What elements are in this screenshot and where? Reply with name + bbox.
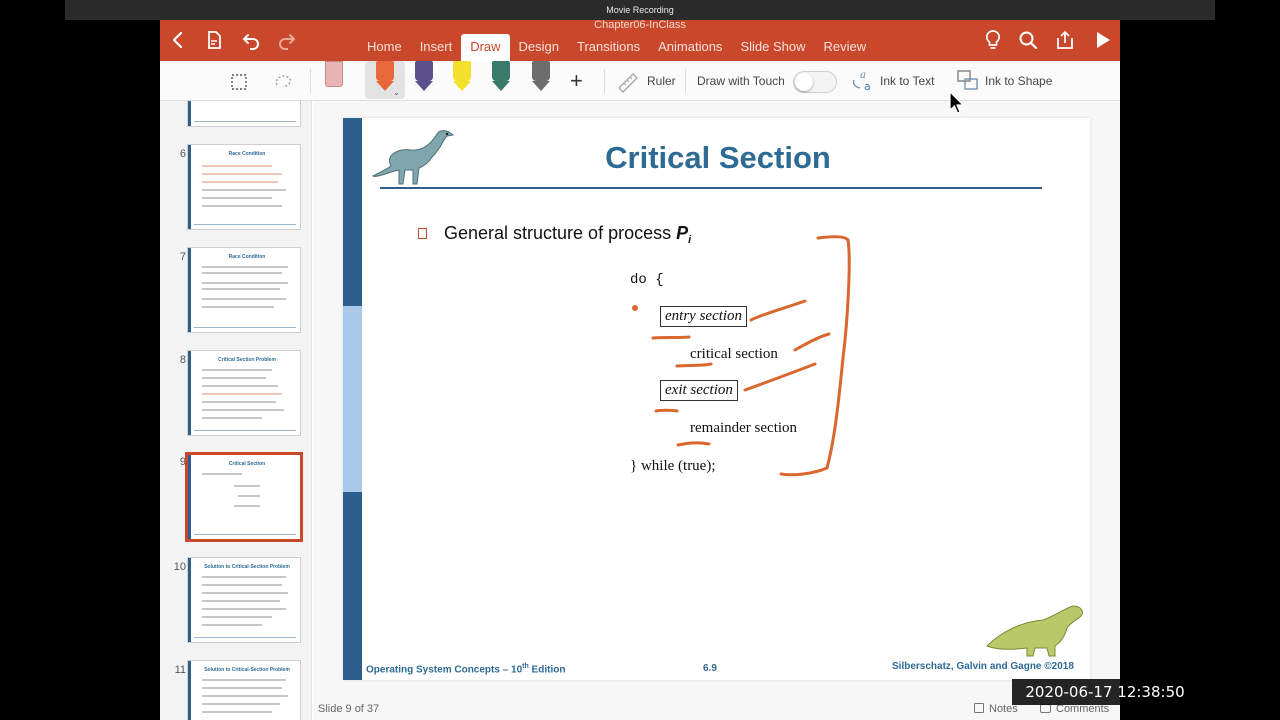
ink-to-text-label[interactable]: Ink to Text [880, 74, 934, 88]
status-bar: Slide 9 of 37 Notes Comments [313, 696, 1120, 720]
ribbon-tab-bar: Chapter06-InClass Home Insert Draw Desig… [160, 20, 1120, 61]
thumbnail-number: 6 [179, 148, 186, 160]
play-slideshow-icon[interactable] [1090, 28, 1114, 52]
thumbnail-title: Solution to Critical-Section Problem [204, 564, 290, 570]
thumbnail-title: Critical Section [228, 461, 266, 467]
pen-purple[interactable] [415, 61, 433, 91]
thumbnail-number: 9 [179, 456, 186, 468]
lasso-select-icon[interactable] [228, 71, 250, 98]
add-pen-icon[interactable]: + [570, 70, 583, 92]
slide-thumbnail[interactable]: Critical Section Problem [187, 350, 301, 436]
slide-thumbnail[interactable]: Race Condition [187, 144, 301, 230]
thumbnail-number: 7 [179, 251, 186, 263]
slide-counter: Slide 9 of 37 [318, 703, 380, 715]
slide-thumbnail-selected[interactable]: Critical Section [185, 452, 303, 542]
footer-edition: Edition [528, 664, 566, 676]
svg-text:a: a [864, 80, 871, 93]
slide-thumbnail[interactable]: Solution to Critical-Section Problem [187, 557, 301, 643]
tab-draw[interactable]: Draw [461, 34, 510, 61]
thumbnail-number: 10 [173, 561, 186, 573]
highlighter-yellow[interactable] [453, 61, 471, 91]
pen-teal[interactable] [492, 61, 510, 91]
pen-gray[interactable] [532, 61, 550, 91]
thumbnail-title: Race Condition [228, 254, 266, 260]
document-title: Chapter06-InClass [594, 20, 686, 31]
slide-thumbnail-pane[interactable]: 6 Race Condition 7 Race Condition 8 Crit… [160, 101, 312, 720]
tab-animations[interactable]: Animations [649, 34, 731, 61]
thumbnail-row[interactable]: 9 Critical Section [160, 452, 311, 542]
thumbnail-number: 11 [174, 664, 186, 676]
notes-icon [974, 703, 984, 713]
thumbnail-number: 8 [179, 354, 186, 366]
tab-insert[interactable]: Insert [411, 34, 462, 61]
footer-book-title: Operating System Concepts – 10 [366, 664, 523, 676]
thumbnail-row[interactable]: 11 Solution to Critical-Section Problem [160, 660, 311, 720]
tab-review[interactable]: Review [814, 34, 875, 61]
mouse-pointer-icon [949, 90, 965, 120]
dinosaur-footer-image [981, 598, 1087, 663]
undo-icon[interactable] [239, 28, 263, 52]
eraser-icon[interactable] [325, 61, 343, 89]
recording-timestamp: 2020-06-17 12:38:50 [1012, 679, 1198, 705]
recording-title-bar: Movie Recording [65, 0, 1215, 20]
slide-thumbnail[interactable]: Solution to Critical-Section Problem [187, 660, 301, 720]
slide-thumbnail[interactable]: Race Condition [187, 247, 301, 333]
chevron-down-icon: ⌄ [393, 88, 400, 97]
thumbnail-row[interactable]: 8 Critical Section Problem [160, 350, 311, 440]
redo-icon[interactable] [275, 28, 299, 52]
thumbnail-title: Race Condition [228, 151, 266, 157]
tab-transitions[interactable]: Transitions [568, 34, 649, 61]
search-icon[interactable] [1016, 28, 1040, 52]
slide-footer-page: 6.9 [703, 663, 717, 674]
footer-edition-suffix: th [522, 663, 529, 670]
lightbulb-icon[interactable] [981, 28, 1005, 52]
share-icon[interactable] [1053, 28, 1077, 52]
pen-orange[interactable]: ⌄ [365, 61, 405, 99]
thumbnail-title: Critical Section Problem [218, 357, 276, 363]
recording-title: Movie Recording [606, 5, 674, 15]
slide-footer-left: Operating System Concepts – 10th Edition [366, 663, 565, 675]
tab-design[interactable]: Design [510, 34, 568, 61]
ink-to-text-icon[interactable]: aa [850, 68, 876, 99]
file-icon[interactable] [202, 28, 226, 52]
draw-toolbar: ⌄ + Ruler Draw with Touch a a Ink to Tex… [160, 61, 1120, 101]
thumbnail-row[interactable]: 6 Race Condition [160, 144, 311, 234]
slide-thumbnail[interactable] [187, 101, 301, 127]
thumbnail-row[interactable]: 7 Race Condition [160, 247, 311, 337]
draw-with-touch-label: Draw with Touch [697, 74, 785, 88]
thumbnail-row[interactable] [160, 101, 311, 131]
thumbnail-row[interactable]: 10 Solution to Critical-Section Problem [160, 557, 311, 647]
tab-home[interactable]: Home [358, 34, 411, 61]
ink-to-shape-label[interactable]: Ink to Shape [985, 74, 1052, 88]
tab-slide-show[interactable]: Slide Show [731, 34, 814, 61]
ruler-label[interactable]: Ruler [647, 74, 676, 88]
slide-canvas[interactable]: Critical Section General structure of pr… [313, 101, 1120, 696]
powerpoint-window: Chapter06-InClass Home Insert Draw Desig… [160, 20, 1120, 720]
ink-annotations[interactable] [343, 118, 1090, 680]
current-slide[interactable]: Critical Section General structure of pr… [343, 118, 1090, 680]
back-icon[interactable] [166, 28, 190, 52]
slide-footer-right: Silberschatz, Galvin and Gagne ©2018 [892, 661, 1074, 672]
comment-icon [1040, 704, 1051, 713]
screen: Movie Recording Chapter06-InClass Home I… [0, 0, 1280, 720]
ribbon-tabs: Home Insert Draw Design Transitions Anim… [358, 34, 875, 61]
ruler-icon[interactable] [616, 71, 640, 98]
lasso-freeform-icon[interactable] [272, 71, 294, 98]
draw-with-touch-toggle[interactable] [793, 71, 837, 93]
thumbnail-title: Solution to Critical-Section Problem [204, 667, 290, 673]
